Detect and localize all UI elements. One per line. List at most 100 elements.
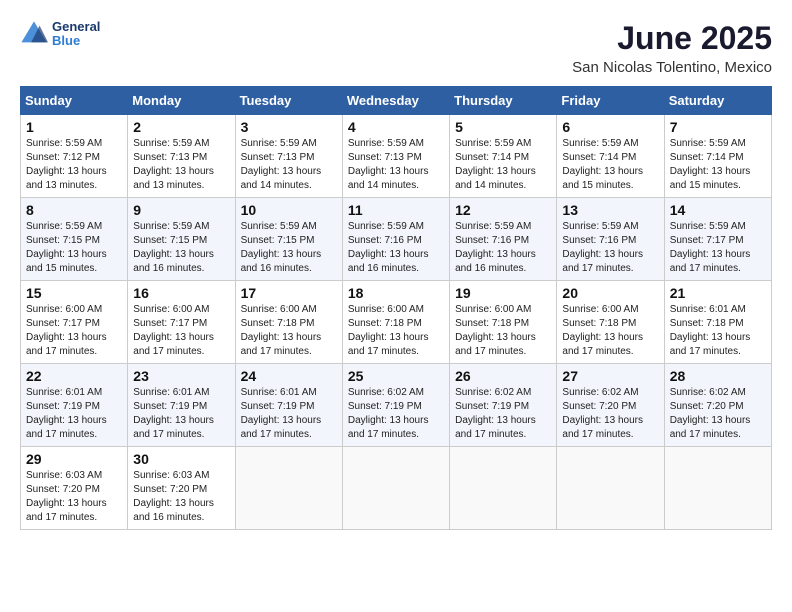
daylight-label: Daylight: 13 hours and 13 minutes.	[133, 166, 214, 191]
calendar-day-cell: 7 Sunrise: 5:59 AM Sunset: 7:14 PM Dayli…	[664, 115, 771, 198]
day-number: 13	[562, 202, 658, 218]
sunset-label: Sunset: 7:20 PM	[133, 484, 207, 495]
sunset-label: Sunset: 7:14 PM	[455, 152, 529, 163]
day-info: Sunrise: 6:03 AM Sunset: 7:20 PM Dayligh…	[133, 469, 229, 525]
sunrise-label: Sunrise: 6:00 AM	[133, 304, 209, 315]
sunset-label: Sunset: 7:20 PM	[26, 484, 100, 495]
daylight-label: Daylight: 13 hours and 16 minutes.	[133, 498, 214, 523]
sunset-label: Sunset: 7:14 PM	[670, 152, 744, 163]
day-info: Sunrise: 6:02 AM Sunset: 7:19 PM Dayligh…	[348, 386, 444, 442]
daylight-label: Daylight: 13 hours and 17 minutes.	[348, 415, 429, 440]
sunset-label: Sunset: 7:16 PM	[455, 235, 529, 246]
sunrise-label: Sunrise: 5:59 AM	[455, 221, 531, 232]
day-number: 18	[348, 285, 444, 301]
day-number: 15	[26, 285, 122, 301]
calendar-day-cell: 14 Sunrise: 5:59 AM Sunset: 7:17 PM Dayl…	[664, 198, 771, 281]
day-info: Sunrise: 6:00 AM Sunset: 7:18 PM Dayligh…	[241, 303, 337, 359]
day-info: Sunrise: 6:00 AM Sunset: 7:17 PM Dayligh…	[133, 303, 229, 359]
sunset-label: Sunset: 7:15 PM	[241, 235, 315, 246]
sunrise-label: Sunrise: 5:59 AM	[670, 138, 746, 149]
daylight-label: Daylight: 13 hours and 17 minutes.	[348, 332, 429, 357]
sunrise-label: Sunrise: 6:03 AM	[26, 470, 102, 481]
sunset-label: Sunset: 7:20 PM	[562, 401, 636, 412]
sunrise-label: Sunrise: 6:00 AM	[241, 304, 317, 315]
day-info: Sunrise: 5:59 AM Sunset: 7:16 PM Dayligh…	[348, 220, 444, 276]
daylight-label: Daylight: 13 hours and 15 minutes.	[562, 166, 643, 191]
daylight-label: Daylight: 13 hours and 17 minutes.	[562, 415, 643, 440]
calendar-week-row: 8 Sunrise: 5:59 AM Sunset: 7:15 PM Dayli…	[21, 198, 772, 281]
daylight-label: Daylight: 13 hours and 17 minutes.	[26, 498, 107, 523]
sunrise-label: Sunrise: 5:59 AM	[562, 221, 638, 232]
sunrise-label: Sunrise: 6:00 AM	[26, 304, 102, 315]
sunrise-label: Sunrise: 5:59 AM	[348, 138, 424, 149]
sunrise-label: Sunrise: 6:01 AM	[133, 387, 209, 398]
day-number: 11	[348, 202, 444, 218]
day-number: 30	[133, 451, 229, 467]
sunset-label: Sunset: 7:19 PM	[26, 401, 100, 412]
daylight-label: Daylight: 13 hours and 14 minutes.	[241, 166, 322, 191]
daylight-label: Daylight: 13 hours and 16 minutes.	[348, 249, 429, 274]
sunset-label: Sunset: 7:14 PM	[562, 152, 636, 163]
day-number: 16	[133, 285, 229, 301]
sunrise-label: Sunrise: 6:00 AM	[348, 304, 424, 315]
day-number: 3	[241, 119, 337, 135]
daylight-label: Daylight: 13 hours and 17 minutes.	[562, 249, 643, 274]
calendar-week-row: 29 Sunrise: 6:03 AM Sunset: 7:20 PM Dayl…	[21, 447, 772, 530]
sunset-label: Sunset: 7:13 PM	[241, 152, 315, 163]
day-number: 23	[133, 368, 229, 384]
sunset-label: Sunset: 7:16 PM	[348, 235, 422, 246]
calendar-day-cell: 8 Sunrise: 5:59 AM Sunset: 7:15 PM Dayli…	[21, 198, 128, 281]
calendar-day-cell: 3 Sunrise: 5:59 AM Sunset: 7:13 PM Dayli…	[235, 115, 342, 198]
sunrise-label: Sunrise: 6:00 AM	[562, 304, 638, 315]
day-info: Sunrise: 5:59 AM Sunset: 7:15 PM Dayligh…	[241, 220, 337, 276]
day-info: Sunrise: 5:59 AM Sunset: 7:13 PM Dayligh…	[348, 137, 444, 193]
calendar: SundayMondayTuesdayWednesdayThursdayFrid…	[20, 86, 772, 530]
daylight-label: Daylight: 13 hours and 16 minutes.	[455, 249, 536, 274]
sunset-label: Sunset: 7:17 PM	[26, 318, 100, 329]
header: General Blue June 2025 San Nicolas Tolen…	[20, 20, 772, 76]
daylight-label: Daylight: 13 hours and 17 minutes.	[670, 332, 751, 357]
day-number: 7	[670, 119, 766, 135]
day-number: 21	[670, 285, 766, 301]
calendar-day-cell: 9 Sunrise: 5:59 AM Sunset: 7:15 PM Dayli…	[128, 198, 235, 281]
calendar-day-cell: 16 Sunrise: 6:00 AM Sunset: 7:17 PM Dayl…	[128, 281, 235, 364]
sunrise-label: Sunrise: 5:59 AM	[26, 221, 102, 232]
daylight-label: Daylight: 13 hours and 17 minutes.	[133, 415, 214, 440]
sunset-label: Sunset: 7:18 PM	[670, 318, 744, 329]
sunset-label: Sunset: 7:13 PM	[133, 152, 207, 163]
day-number: 6	[562, 119, 658, 135]
sunrise-label: Sunrise: 5:59 AM	[348, 221, 424, 232]
day-number: 26	[455, 368, 551, 384]
weekday-cell: Friday	[557, 87, 664, 115]
calendar-day-cell: 21 Sunrise: 6:01 AM Sunset: 7:18 PM Dayl…	[664, 281, 771, 364]
day-number: 29	[26, 451, 122, 467]
calendar-day-cell: 19 Sunrise: 6:00 AM Sunset: 7:18 PM Dayl…	[450, 281, 557, 364]
day-number: 12	[455, 202, 551, 218]
logo-icon	[20, 20, 48, 48]
sunset-label: Sunset: 7:18 PM	[241, 318, 315, 329]
weekday-cell: Wednesday	[342, 87, 449, 115]
calendar-day-cell	[557, 447, 664, 530]
calendar-day-cell: 5 Sunrise: 5:59 AM Sunset: 7:14 PM Dayli…	[450, 115, 557, 198]
calendar-week-row: 1 Sunrise: 5:59 AM Sunset: 7:12 PM Dayli…	[21, 115, 772, 198]
day-number: 22	[26, 368, 122, 384]
calendar-day-cell: 15 Sunrise: 6:00 AM Sunset: 7:17 PM Dayl…	[21, 281, 128, 364]
sunrise-label: Sunrise: 5:59 AM	[455, 138, 531, 149]
weekday-cell: Tuesday	[235, 87, 342, 115]
logo-line1: General	[52, 20, 100, 34]
day-info: Sunrise: 5:59 AM Sunset: 7:14 PM Dayligh…	[670, 137, 766, 193]
month-title: June 2025	[572, 20, 772, 57]
sunset-label: Sunset: 7:19 PM	[241, 401, 315, 412]
calendar-body: 1 Sunrise: 5:59 AM Sunset: 7:12 PM Dayli…	[21, 115, 772, 530]
sunset-label: Sunset: 7:17 PM	[670, 235, 744, 246]
day-info: Sunrise: 6:00 AM Sunset: 7:17 PM Dayligh…	[26, 303, 122, 359]
sunset-label: Sunset: 7:13 PM	[348, 152, 422, 163]
logo-line2: Blue	[52, 34, 100, 48]
calendar-day-cell	[450, 447, 557, 530]
daylight-label: Daylight: 13 hours and 17 minutes.	[455, 415, 536, 440]
daylight-label: Daylight: 13 hours and 17 minutes.	[562, 332, 643, 357]
day-info: Sunrise: 6:02 AM Sunset: 7:20 PM Dayligh…	[562, 386, 658, 442]
day-number: 17	[241, 285, 337, 301]
day-info: Sunrise: 5:59 AM Sunset: 7:13 PM Dayligh…	[133, 137, 229, 193]
calendar-day-cell: 11 Sunrise: 5:59 AM Sunset: 7:16 PM Dayl…	[342, 198, 449, 281]
